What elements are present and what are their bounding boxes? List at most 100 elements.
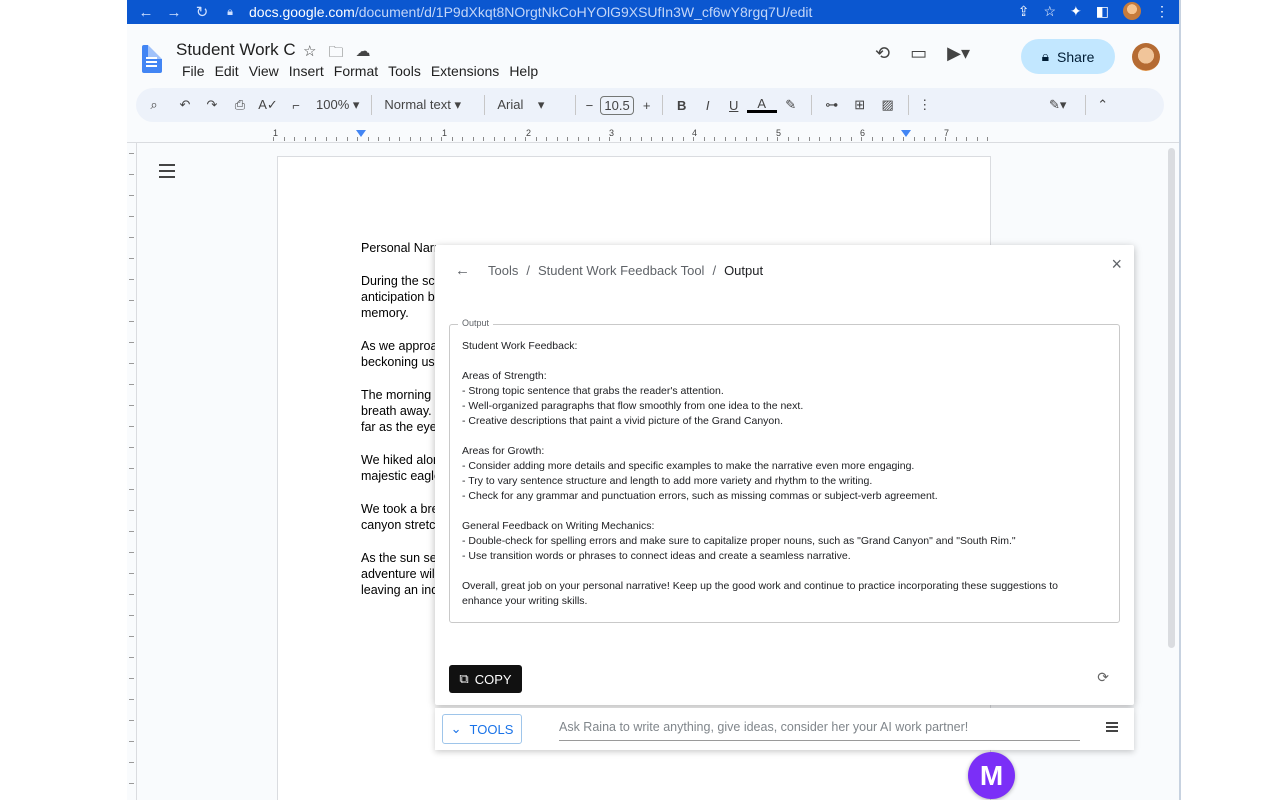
- spellcheck-icon[interactable]: A✓: [254, 97, 282, 113]
- underline-icon[interactable]: U: [721, 98, 747, 113]
- insert-link-icon[interactable]: ⊶: [818, 97, 846, 113]
- reload-icon[interactable]: ↻: [193, 3, 211, 21]
- close-icon[interactable]: ×: [1111, 254, 1122, 275]
- ruler-tick: [273, 137, 274, 141]
- account-avatar[interactable]: [1132, 43, 1160, 71]
- increase-font-icon[interactable]: +: [638, 98, 656, 113]
- lock-icon[interactable]: 🔒︎: [221, 6, 239, 19]
- menu-edit[interactable]: Edit: [210, 63, 244, 79]
- style-select[interactable]: Normal text ▾: [378, 97, 478, 113]
- back-arrow-icon[interactable]: ←: [137, 4, 155, 21]
- assistant-logo-icon[interactable]: M: [968, 752, 1015, 799]
- doc-line: majestic eagle: [361, 469, 441, 483]
- share-page-icon[interactable]: ⇪: [1018, 3, 1030, 20]
- zoom-select[interactable]: 100% ▾: [310, 95, 365, 115]
- sidepanel-icon[interactable]: ◧: [1096, 3, 1109, 20]
- browser-menu-icon[interactable]: ⋮: [1155, 3, 1169, 20]
- vertical-ruler-tick: [129, 699, 134, 700]
- vertical-ruler-tick: [129, 573, 134, 574]
- ruler-tick: [452, 137, 453, 141]
- extensions-icon[interactable]: ✦: [1070, 3, 1082, 20]
- bookmark-star-icon[interactable]: ☆: [1043, 3, 1056, 20]
- share-label: Share: [1057, 49, 1094, 65]
- document-scrollbar[interactable]: [1168, 148, 1175, 648]
- back-arrow-icon[interactable]: ←: [455, 262, 470, 279]
- menu-file[interactable]: File: [177, 63, 210, 79]
- ruler-tick: [525, 137, 526, 141]
- search-menus-icon[interactable]: ⌕: [136, 97, 172, 113]
- font-select[interactable]: Arial ▾: [491, 97, 569, 113]
- ruler-tick: [735, 137, 736, 141]
- vertical-ruler-tick: [129, 783, 134, 784]
- vertical-ruler: [127, 143, 137, 800]
- output-line: [462, 504, 1107, 519]
- output-line: - Well-organized paragraphs that flow sm…: [462, 399, 1107, 414]
- share-button[interactable]: 🔒︎ Share: [1021, 39, 1115, 74]
- ruler-tick: [315, 137, 316, 141]
- ruler-tick: [557, 137, 558, 141]
- highlight-icon[interactable]: ✎: [777, 97, 805, 113]
- more-options-icon[interactable]: ⋮: [915, 97, 935, 113]
- divider: [811, 95, 812, 115]
- menu-extensions[interactable]: Extensions: [426, 63, 504, 79]
- text-color-icon[interactable]: A: [747, 98, 777, 113]
- output-line: Areas for Growth:: [462, 444, 1107, 459]
- editing-mode-icon[interactable]: ✎▾: [1041, 97, 1075, 113]
- browser-address-bar: ← → ↻ 🔒︎ docs.google.com/document/d/1P9d…: [127, 0, 1179, 24]
- ruler-tick: [515, 137, 516, 141]
- doc-line: Personal Narr: [361, 241, 438, 255]
- output-line: - Strong topic sentence that grabs the r…: [462, 384, 1107, 399]
- right-indent-marker[interactable]: [901, 130, 911, 137]
- paint-format-icon[interactable]: ⌐: [282, 98, 310, 113]
- vertical-ruler-tick: [129, 258, 134, 259]
- version-history-icon[interactable]: ⟲: [875, 43, 890, 64]
- menu-view[interactable]: View: [244, 63, 284, 79]
- ruler-tick: [368, 137, 369, 141]
- tools-button[interactable]: ⌄ TOOLS: [442, 714, 522, 744]
- ruler-tick: [882, 137, 883, 141]
- collapse-chevron-icon[interactable]: ⌃: [1092, 97, 1114, 113]
- output-label: Output: [458, 318, 493, 328]
- ruler-tick: [305, 137, 306, 141]
- ruler-tick: [809, 137, 810, 141]
- document-outline-icon[interactable]: [159, 164, 175, 182]
- document-body[interactable]: Personal Narr During the scanticipation …: [361, 240, 441, 615]
- forward-arrow-icon[interactable]: →: [165, 4, 183, 21]
- ruler-tick: [431, 137, 432, 141]
- breadcrumb-tools[interactable]: Tools: [488, 263, 518, 278]
- undo-icon[interactable]: ↶: [172, 97, 198, 113]
- left-indent-marker[interactable]: [356, 130, 366, 137]
- ruler-tick: [336, 137, 337, 141]
- output-line: Areas of Strength:: [462, 369, 1107, 384]
- copy-button[interactable]: ⧉ COPY: [449, 665, 522, 693]
- decrease-font-icon[interactable]: −: [582, 98, 596, 113]
- vertical-ruler-tick: [129, 426, 134, 427]
- doc-title[interactable]: Student Work C: [176, 40, 296, 60]
- doc-line: far as the eye: [361, 420, 437, 434]
- menu-help[interactable]: Help: [504, 63, 543, 79]
- url-field[interactable]: docs.google.com/document/d/1P9dXkqt8NOrg…: [249, 4, 812, 20]
- output-textarea[interactable]: Output Student Work Feedback:Areas of St…: [449, 324, 1120, 623]
- menu-tools[interactable]: Tools: [383, 63, 426, 79]
- vertical-ruler-tick: [129, 657, 134, 658]
- divider: [908, 95, 909, 115]
- menu-format[interactable]: Format: [329, 63, 383, 79]
- regenerate-icon[interactable]: ⟳: [1097, 669, 1109, 686]
- ask-input[interactable]: Ask Raina to write anything, give ideas,…: [559, 715, 1080, 741]
- copy-label: COPY: [475, 672, 512, 687]
- redo-icon[interactable]: ↷: [198, 97, 226, 113]
- insert-image-icon[interactable]: ▨: [874, 97, 902, 113]
- font-size-input[interactable]: 10.5: [600, 96, 633, 115]
- add-comment-icon[interactable]: ⊞: [846, 97, 874, 113]
- meet-video-icon[interactable]: ▶▾: [947, 43, 970, 64]
- comments-icon[interactable]: ▭: [910, 43, 927, 64]
- italic-icon[interactable]: I: [695, 98, 721, 113]
- menu-insert[interactable]: Insert: [284, 63, 329, 79]
- menu-icon[interactable]: [1106, 722, 1118, 734]
- breadcrumb-tool[interactable]: Student Work Feedback Tool: [538, 263, 704, 278]
- docs-logo-icon[interactable]: [142, 45, 162, 73]
- bold-icon[interactable]: B: [669, 98, 695, 113]
- print-icon[interactable]: ⎙: [226, 97, 254, 113]
- profile-avatar-icon[interactable]: [1123, 2, 1141, 20]
- doc-line: We hiked alor: [361, 453, 437, 467]
